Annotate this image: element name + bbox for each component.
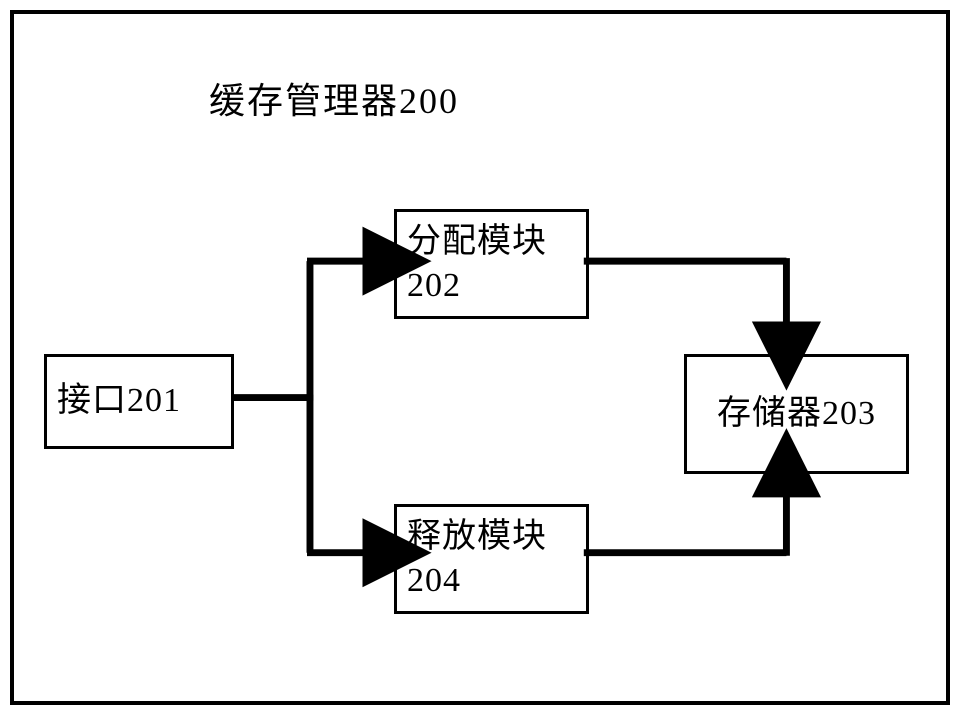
diagram-title: 缓存管理器200: [209, 72, 459, 124]
block-alloc-line1: 分配模块: [407, 220, 586, 264]
block-interface: 接口201: [44, 354, 234, 449]
block-allocation-module: 分配模块 202: [394, 209, 589, 319]
block-storage-label: 存储器203: [717, 392, 876, 436]
diagram-container: 缓存管理器200 接口201 分配模块 202 释放模块 204 存储器203: [10, 10, 950, 705]
block-release-line1: 释放模块: [407, 515, 586, 559]
block-interface-label: 接口201: [57, 379, 231, 423]
block-storage: 存储器203: [684, 354, 909, 474]
block-alloc-line2: 202: [407, 264, 586, 308]
block-release-module: 释放模块 204: [394, 504, 589, 614]
block-release-line2: 204: [407, 559, 586, 603]
